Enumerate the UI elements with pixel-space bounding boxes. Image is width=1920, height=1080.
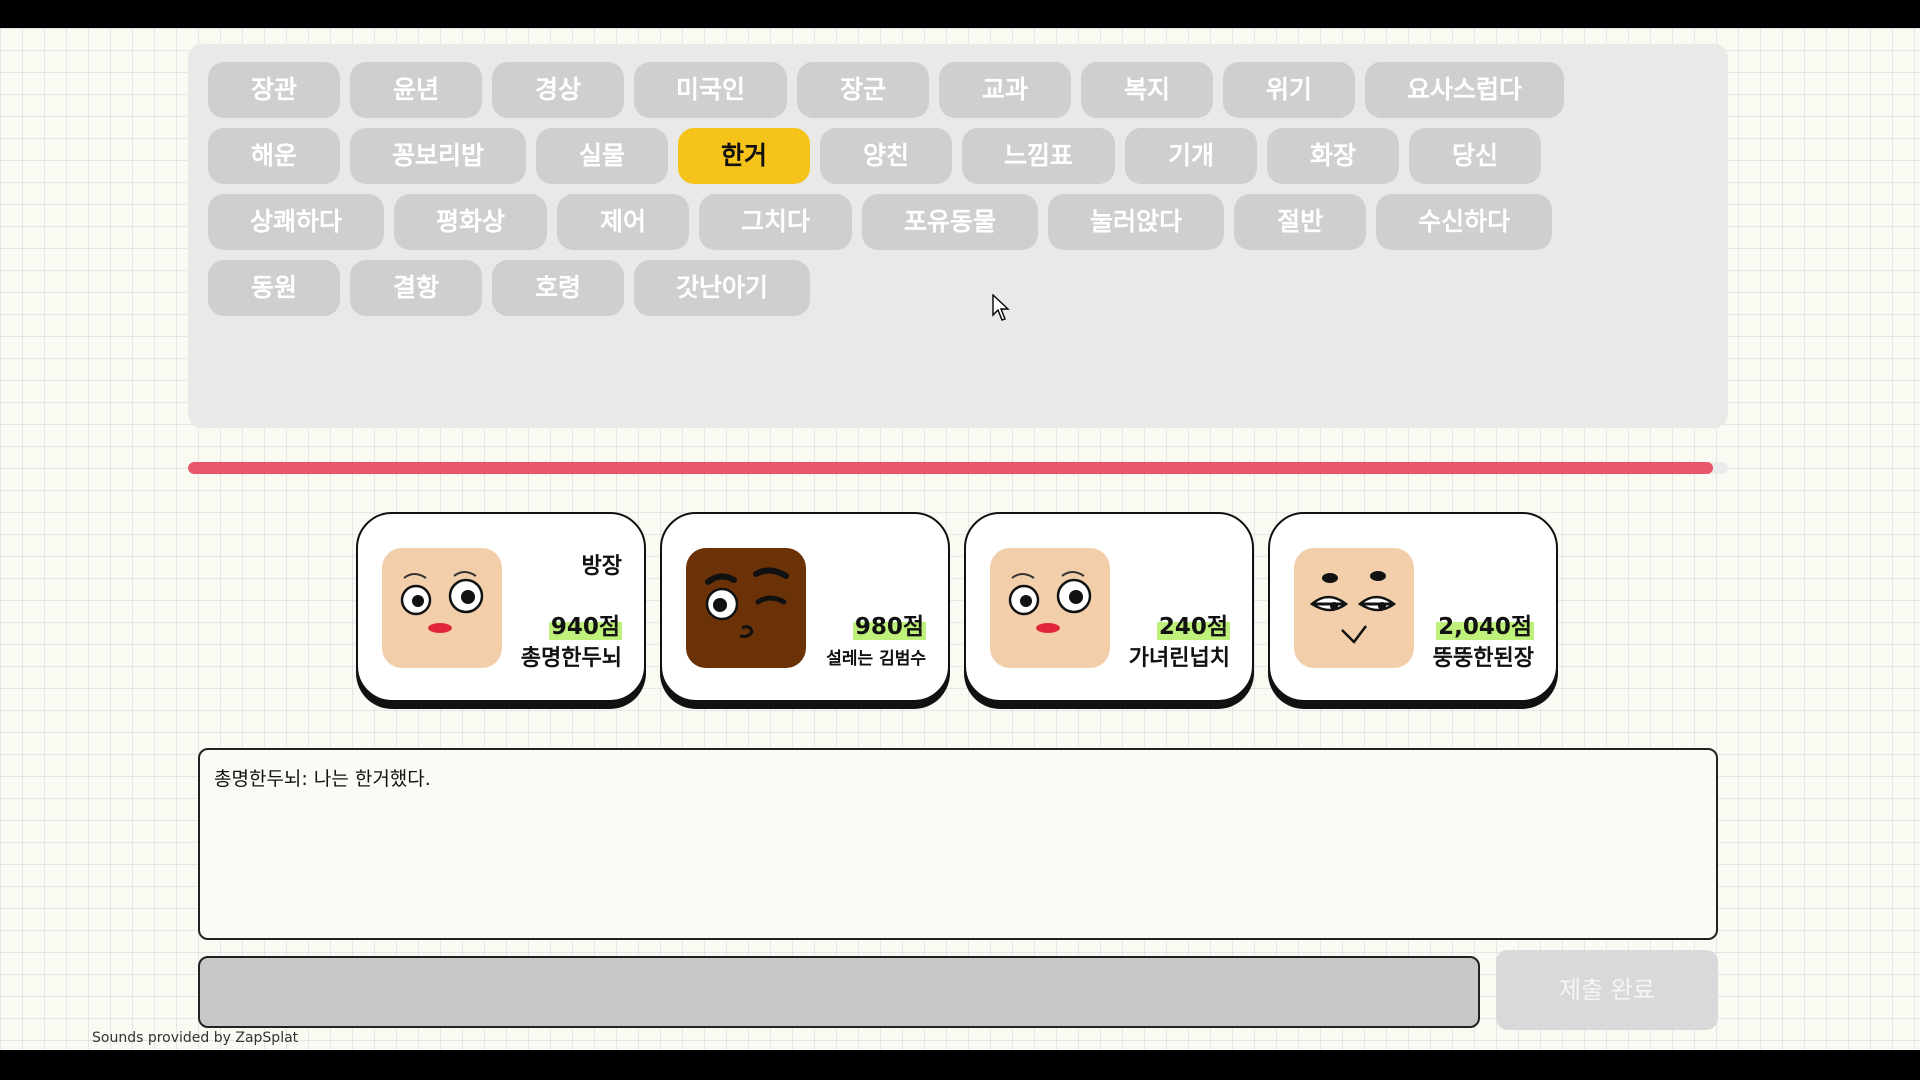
player-name: 뚱뚱한된장 <box>1432 646 1534 671</box>
word-chip[interactable]: 복지 <box>1081 62 1214 118</box>
word-chip[interactable]: 화장 <box>1267 128 1400 184</box>
word-chip[interactable]: 느낌표 <box>962 128 1116 184</box>
word-chip[interactable]: 한거 <box>678 128 811 184</box>
word-chip[interactable]: 눌러앉다 <box>1048 194 1225 250</box>
word-chip[interactable]: 기개 <box>1125 128 1258 184</box>
word-chip[interactable]: 당신 <box>1409 128 1542 184</box>
word-chip[interactable]: 실물 <box>536 128 669 184</box>
player-name: 설레는 김범수 <box>826 649 926 669</box>
word-chip[interactable]: 절반 <box>1234 194 1367 250</box>
submit-button[interactable]: 제출 완료 <box>1496 950 1718 1030</box>
game-stage: 장관 윤년 경상 미국인 장군 교과 복지 위기 요사스럽다해운 꽁보리밥 실물 한거 양친 느낌표 기개 화… <box>0 28 1920 1050</box>
word-grid: 장관 윤년 경상 미국인 장군 교과 복지 위기 요사스럽다해운 꽁보리밥 실물 한거 양친 느낌표 기개 화… <box>208 62 1568 316</box>
player-score: 240점 <box>1156 614 1230 640</box>
timer-bar <box>188 462 1728 474</box>
player-list: 방장 940점 총명한두뇌 980점 설레는 김범수 240점 가녀린넙치 2,… <box>356 512 1562 738</box>
light-face-lipstick-icon <box>382 548 502 668</box>
player-card: 240점 가녀린넙치 <box>964 512 1254 702</box>
word-chip[interactable]: 장관 <box>208 62 340 118</box>
word-chip[interactable]: 갓난아기 <box>634 260 811 316</box>
player-card: 980점 설레는 김범수 <box>660 512 950 702</box>
timer-fill <box>188 462 1713 474</box>
word-chip[interactable]: 교과 <box>939 62 1072 118</box>
word-chip[interactable]: 평화상 <box>394 194 548 250</box>
word-board: 장관 윤년 경상 미국인 장군 교과 복지 위기 요사스럽다해운 꽁보리밥 실물 한거 양친 느낌표 기개 화… <box>188 44 1728 428</box>
chat-log: 총명한두뇌: 나는 한거했다. <box>198 748 1718 940</box>
word-chip[interactable]: 해운 <box>208 128 340 184</box>
word-chip[interactable]: 동원 <box>208 260 340 316</box>
word-chip[interactable]: 경상 <box>492 62 624 118</box>
light-face-smirk-icon <box>1294 548 1414 668</box>
player-name: 총명한두뇌 <box>520 646 622 671</box>
avatar <box>686 548 806 668</box>
avatar <box>1294 548 1414 668</box>
word-chip[interactable]: 장군 <box>797 62 930 118</box>
word-chip[interactable]: 포유동물 <box>862 194 1039 250</box>
word-chip[interactable]: 요사스럽다 <box>1365 62 1565 118</box>
player-name: 가녀린넙치 <box>1128 646 1230 671</box>
mouse-cursor-icon <box>992 294 1010 321</box>
word-chip[interactable]: 상쾌하다 <box>208 194 385 250</box>
word-chip[interactable]: 결항 <box>350 260 482 316</box>
sound-credit: Sounds provided by ZapSplat <box>92 1030 299 1046</box>
player-card: 2,040점 뚱뚱한된장 <box>1268 512 1558 702</box>
word-chip[interactable]: 꽁보리밥 <box>350 128 527 184</box>
player-card: 방장 940점 총명한두뇌 <box>356 512 646 702</box>
host-badge: 방장 <box>581 554 622 579</box>
word-chip[interactable]: 미국인 <box>634 62 788 118</box>
avatar <box>990 548 1110 668</box>
word-chip[interactable]: 그치다 <box>699 194 853 250</box>
light-face-lipstick-icon <box>990 548 1110 668</box>
player-score: 980점 <box>852 614 926 640</box>
word-chip[interactable]: 호령 <box>492 260 624 316</box>
dark-face-wink-icon <box>686 548 806 668</box>
player-score: 940점 <box>548 614 622 640</box>
word-chip[interactable]: 위기 <box>1223 62 1356 118</box>
word-chip[interactable]: 수신하다 <box>1376 194 1553 250</box>
word-chip[interactable]: 양친 <box>820 128 953 184</box>
word-chip[interactable]: 윤년 <box>350 62 482 118</box>
avatar <box>382 548 502 668</box>
player-score: 2,040점 <box>1436 614 1534 640</box>
word-chip[interactable]: 제어 <box>557 194 690 250</box>
answer-input[interactable] <box>198 956 1480 1028</box>
chat-message: 총명한두뇌: 나는 한거했다. <box>214 768 431 790</box>
